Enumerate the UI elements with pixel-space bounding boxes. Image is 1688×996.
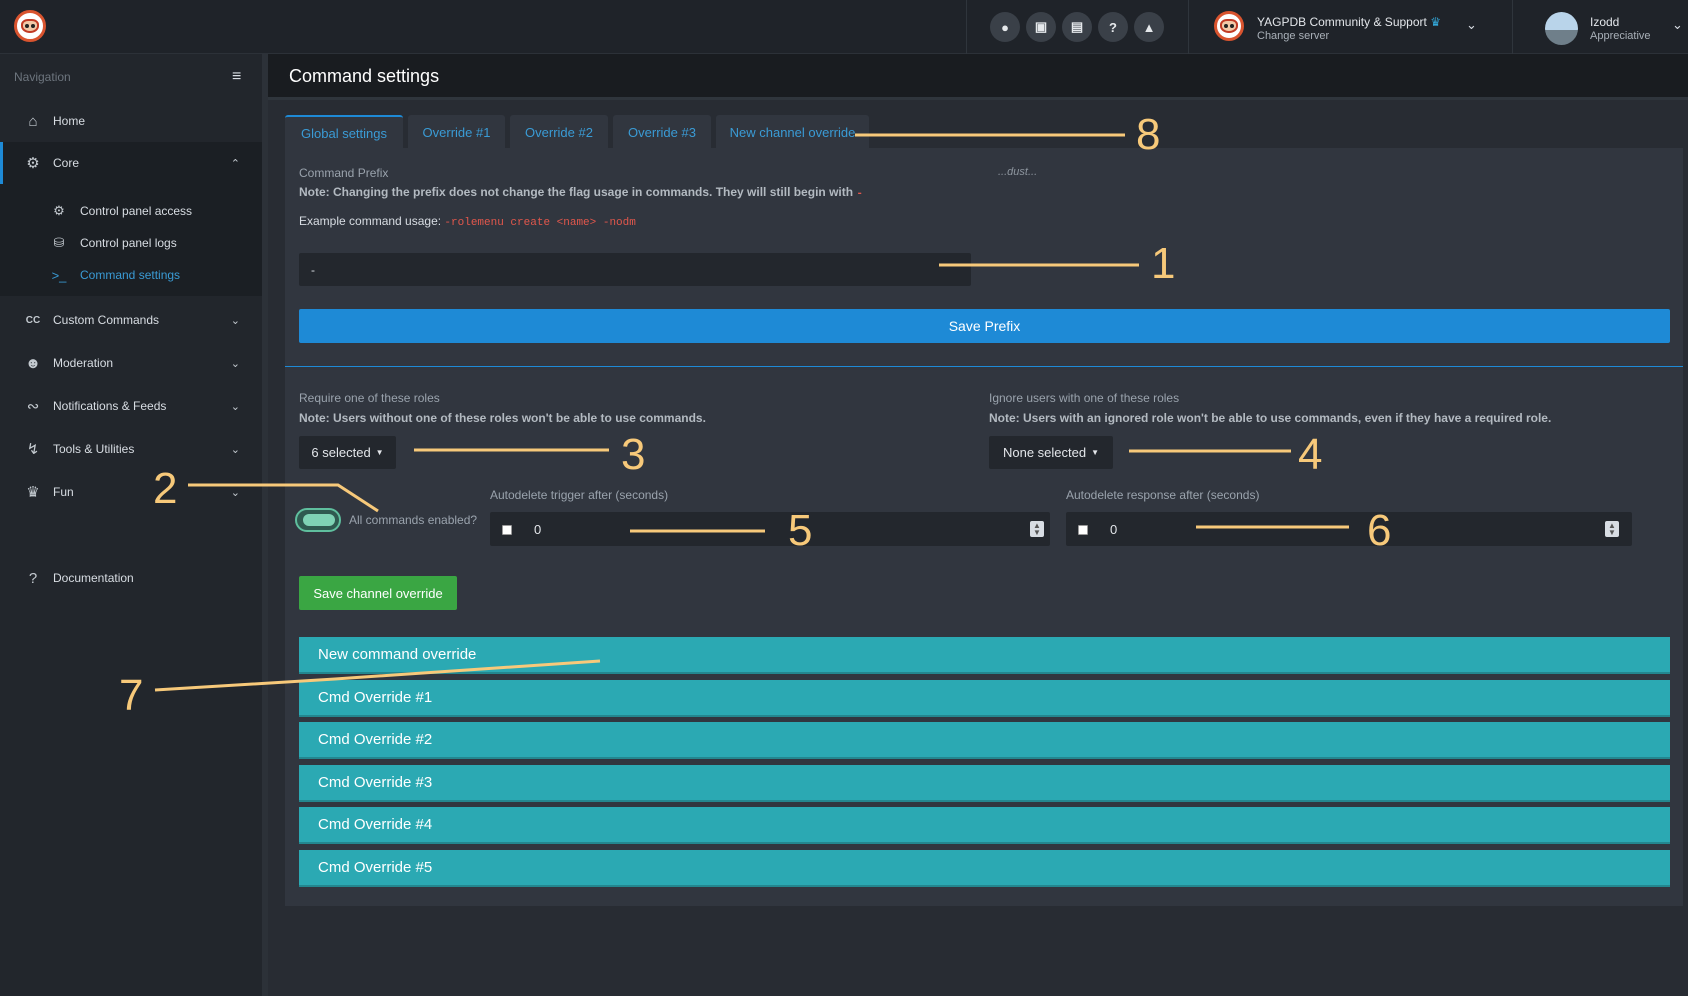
- annotation-1: 1: [1151, 239, 1176, 288]
- annotation-line-2: [188, 483, 379, 513]
- annotation-3: 3: [621, 430, 646, 479]
- annotation-4: 4: [1298, 430, 1323, 479]
- annotation-overlay: [154, 133, 1349, 692]
- annotation-7: 7: [119, 671, 144, 720]
- annotation-8: 8: [1136, 110, 1161, 159]
- annotation-5: 5: [788, 506, 813, 555]
- app: ● ▣ ▤ ? ▲ YAGPDB Community & Support ♛ C…: [0, 0, 1688, 996]
- annotation-line-7: [154, 659, 601, 692]
- annotation-6: 6: [1367, 506, 1392, 555]
- annotation-2: 2: [153, 464, 178, 513]
